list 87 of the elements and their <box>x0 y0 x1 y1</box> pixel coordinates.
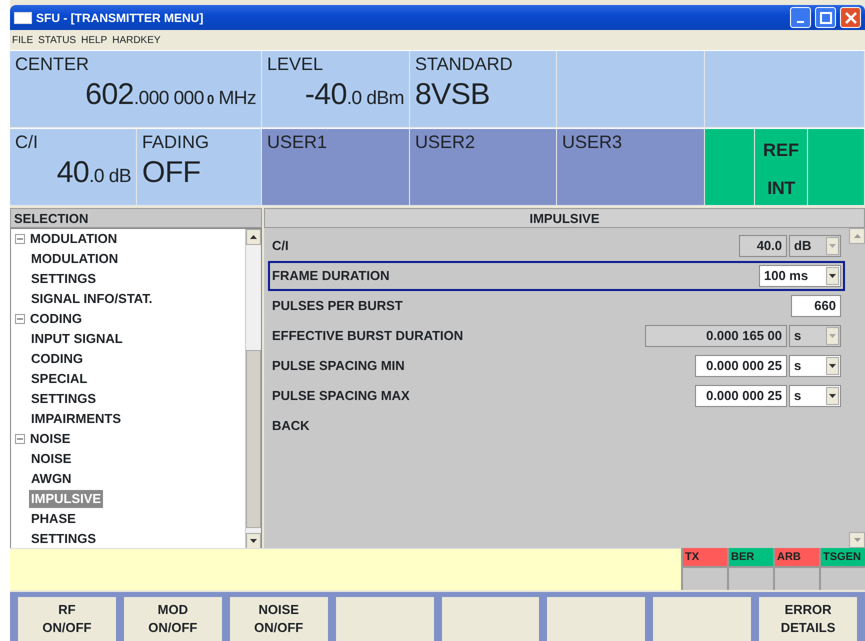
scroll-down-icon <box>250 539 257 543</box>
close-icon <box>844 12 856 24</box>
parameter-label: PULSE SPACING MIN <box>272 357 405 376</box>
panel-header: IMPULSIVE <box>264 208 865 228</box>
menu-item[interactable]: HELP <box>81 32 108 48</box>
scroll-down-icon <box>854 538 860 542</box>
field-label: STANDARD <box>415 53 514 75</box>
tree-item[interactable]: IMPAIRMENTS <box>29 410 124 428</box>
panel-header: SELECTION <box>10 208 262 228</box>
field-label: FADING <box>142 131 210 153</box>
parameter-label: BACK <box>272 417 310 436</box>
maximize-icon <box>820 12 832 24</box>
maximize-button[interactable] <box>815 7 836 28</box>
field-label: CENTER <box>15 53 90 75</box>
tree-item[interactable]: SETTINGS <box>29 270 98 288</box>
close-button[interactable] <box>840 7 861 28</box>
number-field[interactable]: 660 <box>791 295 841 317</box>
unit-dropdown[interactable]: s <box>789 355 841 377</box>
status-indicator: ARB <box>775 548 819 566</box>
field-label: LEVEL <box>267 53 324 75</box>
scrollbar[interactable] <box>245 229 261 549</box>
tree-item[interactable]: NOISE <box>28 430 72 448</box>
menu-item[interactable]: STATUS <box>38 32 76 48</box>
parameter-label: FRAME DURATION <box>272 267 390 286</box>
minimize-button[interactable] <box>790 7 811 28</box>
field-value: INT <box>767 177 795 200</box>
dropdown-arrow-icon <box>829 334 836 338</box>
status-indicator: TSGEN <box>821 548 865 566</box>
softkey-button[interactable]: ERROR DETAILS <box>759 597 857 641</box>
tree-item[interactable]: PHASE <box>29 510 78 528</box>
parameter-label: PULSES PER BURST <box>272 297 403 316</box>
parameter-row[interactable]: PULSES PER BURST 660 <box>268 291 845 321</box>
unit-dropdown[interactable]: s <box>789 385 841 407</box>
field-label: USER1 <box>267 131 328 153</box>
parameter-row[interactable]: BACK <box>268 411 845 441</box>
field-label: C/I <box>15 131 40 153</box>
field-value: 602.000 000 0 MHz <box>85 77 256 113</box>
dropdown-arrow-icon <box>829 364 836 368</box>
parameter-row[interactable]: FRAME DURATION 100 ms <box>268 261 845 291</box>
field-label: USER2 <box>415 131 476 153</box>
softkey-button[interactable] <box>547 597 646 641</box>
field-value: 40.0 dB <box>56 155 131 191</box>
tree-item[interactable]: AWGN <box>29 470 74 488</box>
softkey-button[interactable]: NOISE ON/OFF <box>230 597 328 641</box>
tree-item[interactable]: SIGNAL INFO/STAT. <box>29 290 154 308</box>
field-label: USER3 <box>562 131 624 153</box>
tree-item[interactable]: CODING <box>28 310 84 328</box>
tree-item[interactable]: SETTINGS <box>29 390 98 408</box>
tree-item[interactable]: SPECIAL <box>29 370 90 388</box>
number-field[interactable]: 0.000 000 25 <box>695 385 787 407</box>
softkey-button[interactable] <box>336 597 434 641</box>
softkey-button[interactable] <box>442 597 540 641</box>
field-value: -40.0 dBm <box>304 77 404 113</box>
status-indicator: TX <box>683 548 727 566</box>
softkey-button[interactable]: RF ON/OFF <box>18 597 116 641</box>
field-value: OFF <box>142 155 202 191</box>
tree-item[interactable]: MODULATION <box>28 230 120 248</box>
tree-item[interactable]: NOISE <box>29 450 74 468</box>
parameter-row[interactable]: PULSE SPACING MIN 0.000 000 25 s <box>268 351 845 381</box>
window-title: SFU - [TRANSMITTER MENU] <box>36 10 204 26</box>
field-label: REF <box>763 139 799 162</box>
tree-item[interactable]: MODULATION <box>29 250 120 268</box>
scroll-up-icon <box>250 235 257 239</box>
window-icon <box>14 12 32 24</box>
field-value: 8VSB <box>415 77 491 113</box>
menu-item[interactable]: FILE <box>12 32 34 48</box>
dropdown-arrow-icon <box>829 244 836 248</box>
parameter-label: PULSE SPACING MAX <box>272 387 410 406</box>
parameter-label: EFFECTIVE BURST DURATION <box>272 327 464 346</box>
minimize-icon <box>797 20 804 22</box>
softkey-button[interactable] <box>653 597 752 641</box>
dropdown-arrow-icon <box>829 394 836 398</box>
dropdown-arrow-icon <box>829 274 836 278</box>
parameter-row[interactable]: PULSE SPACING MAX 0.000 000 25 s <box>268 381 845 411</box>
dropdown[interactable]: 100 ms <box>759 265 841 287</box>
number-field[interactable]: 0.000 000 25 <box>695 355 787 377</box>
scrollbar-thumb[interactable] <box>246 350 261 528</box>
tree-item[interactable]: IMPULSIVE <box>29 490 104 508</box>
menu-item[interactable]: HARDKEY <box>112 32 161 48</box>
tree-item[interactable]: SETTINGS <box>29 530 98 548</box>
scroll-up-icon <box>854 234 860 238</box>
parameter-label: C/I <box>272 237 289 256</box>
status-indicator: BER <box>729 548 773 566</box>
tree-item[interactable]: INPUT SIGNAL <box>29 330 125 348</box>
scrollbar[interactable] <box>849 228 865 548</box>
softkey-button[interactable]: MOD ON/OFF <box>124 597 222 641</box>
tree-item[interactable]: CODING <box>29 350 85 368</box>
